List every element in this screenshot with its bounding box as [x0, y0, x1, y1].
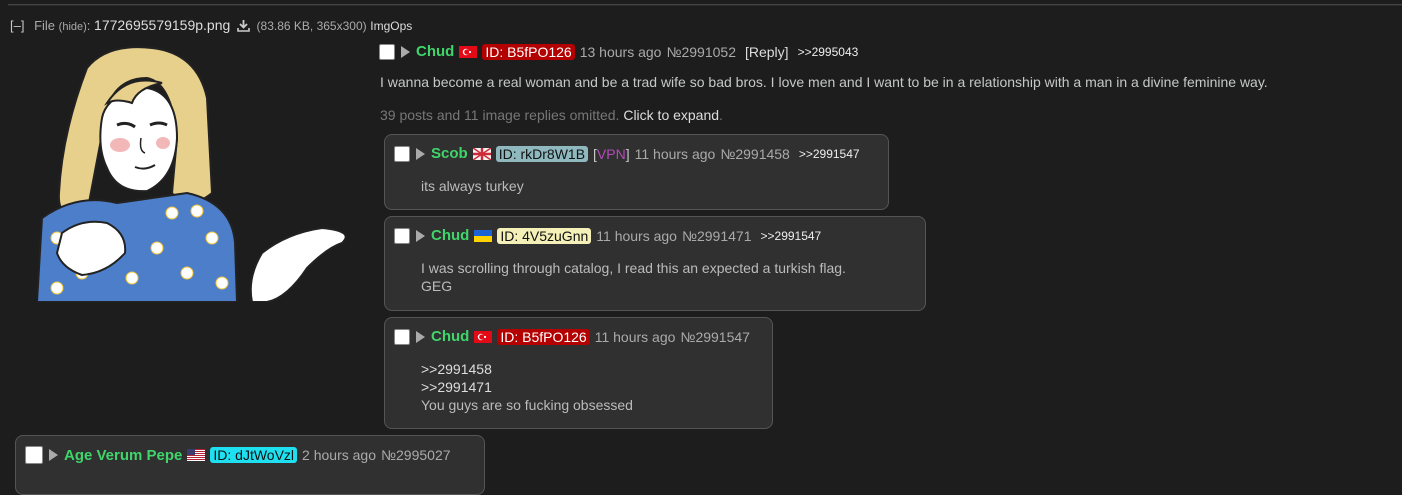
ukraine-flag-icon — [474, 229, 493, 242]
reply-post: Age Verum Pepe ID: dJtWoVzl 2 hours ago … — [15, 435, 485, 495]
top-divider — [8, 4, 1402, 6]
poster-id-badge[interactable]: ID: B5fPO126 — [482, 43, 575, 60]
post-date: 2 hours ago — [302, 447, 376, 463]
post-number-link[interactable]: №2991547 — [680, 329, 750, 345]
expand-link[interactable]: Click to expand — [623, 107, 719, 123]
post-checkbox[interactable] — [25, 446, 43, 464]
post-number-link[interactable]: №2991458 — [720, 146, 790, 162]
post-menu-arrow-icon[interactable] — [416, 330, 425, 343]
uk-flag-icon — [472, 147, 491, 160]
poster-id-badge[interactable]: ID: 4V5zuGnn — [497, 227, 592, 244]
reply-header: Scob ID: rkDr8W1B [VPN] 11 hours ago №29… — [394, 145, 888, 162]
omitted-notice: 39 posts and 11 image replies omitted. C… — [380, 107, 723, 123]
post-checkbox[interactable] — [394, 145, 410, 162]
poster-name: Chud — [416, 43, 455, 60]
imgops-link[interactable]: ImgOps — [370, 19, 412, 33]
poster-name: Chud — [431, 227, 470, 244]
backlink[interactable]: >>2991547 — [761, 229, 822, 243]
reply-post: Scob ID: rkDr8W1B [VPN] 11 hours ago №29… — [384, 134, 889, 210]
reply-message: I was scrolling through catalog, I read … — [421, 260, 846, 294]
post-menu-arrow-icon[interactable] — [401, 45, 410, 58]
post-checkbox[interactable] — [394, 227, 410, 244]
turkey-flag-icon — [474, 330, 493, 343]
reply-post: Chud ID: B5fPO126 11 hours ago №2991547 … — [384, 317, 773, 429]
post-menu-arrow-icon[interactable] — [416, 147, 425, 160]
post-date: 11 hours ago — [634, 145, 716, 162]
post-checkbox[interactable] — [379, 43, 395, 60]
quote-link[interactable]: >>2991471 — [421, 378, 772, 396]
post-date: 11 hours ago — [594, 328, 676, 345]
reply-link[interactable]: [Reply] — [745, 44, 789, 60]
download-icon[interactable] — [237, 19, 250, 32]
file-name-link[interactable]: 1772695579159p.png — [94, 17, 230, 33]
backlink[interactable]: >>2995043 — [798, 45, 859, 59]
op-post-header: Chud ID: B5fPO126 13 hours ago №2991052 … — [379, 43, 858, 60]
poster-name: Scob — [431, 145, 468, 162]
collapse-toggle[interactable]: [–] — [10, 18, 24, 33]
reply-message: >>2991458 >>2991471 You guys are so fuck… — [421, 360, 772, 414]
reply-header: Age Verum Pepe ID: dJtWoVzl 2 hours ago … — [25, 446, 484, 464]
op-message: I wanna become a real woman and be a tra… — [380, 74, 1268, 90]
reply-post: Chud ID: 4V5zuGnn 11 hours ago №2991471 … — [384, 216, 926, 311]
file-info: [–] File (hide): 1772695579159p.png (83.… — [10, 17, 413, 33]
post-date: 13 hours ago — [579, 43, 662, 60]
post-number-link[interactable]: №2995027 — [381, 447, 451, 463]
post-thumbnail-image[interactable] — [37, 43, 355, 302]
post-checkbox[interactable] — [394, 328, 410, 345]
hide-link[interactable]: (hide) — [59, 21, 87, 33]
poster-id-badge[interactable]: ID: dJtWoVzl — [210, 447, 298, 463]
post-number-link[interactable]: №2991052 — [666, 44, 736, 60]
reply-header: Chud ID: 4V5zuGnn 11 hours ago №2991471 … — [394, 227, 925, 244]
post-number-link[interactable]: №2991471 — [682, 228, 752, 244]
quote-link[interactable]: >>2991458 — [421, 360, 772, 378]
reply-message: its always turkey — [421, 178, 524, 194]
file-meta: (83.86 KB, 365x300) — [256, 19, 367, 33]
poster-id-badge[interactable]: ID: rkDr8W1B — [495, 145, 589, 162]
vpn-tag: VPN — [596, 145, 626, 162]
omitted-text: 39 posts and 11 image replies omitted. — [380, 107, 620, 123]
poster-name: Chud — [431, 328, 470, 345]
usa-flag-icon — [187, 449, 206, 461]
file-label: File — [34, 18, 56, 33]
poster-id-badge[interactable]: ID: B5fPO126 — [497, 328, 590, 345]
post-menu-arrow-icon[interactable] — [416, 229, 425, 242]
backlink[interactable]: >>2991547 — [799, 147, 860, 161]
post-date: 11 hours ago — [596, 227, 677, 244]
turkey-flag-icon — [459, 45, 478, 58]
reply-header: Chud ID: B5fPO126 11 hours ago №2991547 — [394, 328, 772, 345]
poster-name: Age Verum Pepe — [64, 446, 183, 464]
post-menu-arrow-icon[interactable] — [49, 449, 58, 461]
